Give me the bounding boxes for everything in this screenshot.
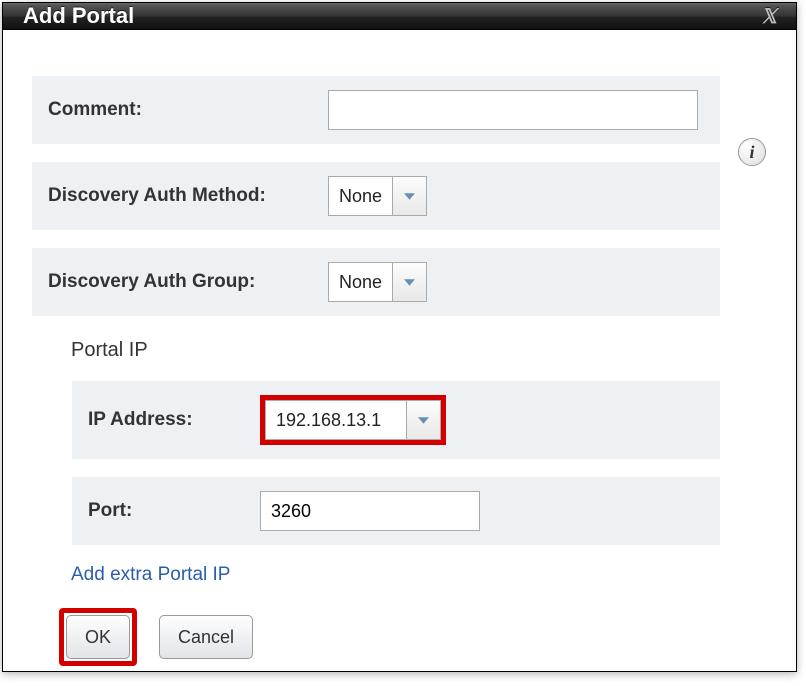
port-input[interactable] (260, 491, 480, 531)
row-port: Port: (71, 476, 721, 546)
row-auth-group: Discovery Auth Group: None (31, 247, 721, 317)
button-bar: OK Cancel (59, 608, 768, 666)
row-ip-address: IP Address: 192.168.13.1 (71, 380, 721, 460)
highlight-ok: OK (59, 608, 137, 666)
close-icon[interactable]: 𝕏 (761, 4, 778, 29)
ok-button[interactable]: OK (66, 615, 130, 659)
portal-ip-section: Portal IP (71, 339, 768, 362)
chevron-down-icon[interactable] (392, 177, 426, 215)
label-auth-group: Discovery Auth Group: (48, 271, 328, 293)
label-ip-address: IP Address: (88, 409, 260, 431)
auth-group-select[interactable]: None (328, 262, 427, 302)
cancel-button[interactable]: Cancel (159, 615, 253, 659)
auth-method-select[interactable]: None (328, 176, 427, 216)
chevron-down-icon[interactable] (392, 263, 426, 301)
chevron-down-icon[interactable] (406, 401, 440, 439)
label-comment: Comment: (48, 99, 328, 121)
info-icon[interactable]: i (738, 138, 766, 166)
add-portal-dialog: Add Portal 𝕏 i Comment: Discovery Auth M… (2, 2, 797, 672)
dialog-content: i Comment: Discovery Auth Method: None D… (3, 30, 796, 686)
dialog-titlebar: Add Portal 𝕏 (3, 3, 796, 30)
highlight-ip: 192.168.13.1 (260, 395, 446, 445)
comment-input[interactable] (328, 90, 698, 130)
auth-group-value: None (329, 263, 392, 301)
dialog-title: Add Portal (23, 3, 134, 29)
label-auth-method: Discovery Auth Method: (48, 185, 328, 207)
ip-address-value: 192.168.13.1 (266, 401, 406, 439)
ip-address-select[interactable]: 192.168.13.1 (265, 400, 441, 440)
row-comment: Comment: (31, 75, 721, 145)
add-extra-portal-ip-link[interactable]: Add extra Portal IP (71, 564, 768, 586)
row-auth-method: Discovery Auth Method: None (31, 161, 721, 231)
label-port: Port: (88, 500, 260, 522)
auth-method-value: None (329, 177, 392, 215)
